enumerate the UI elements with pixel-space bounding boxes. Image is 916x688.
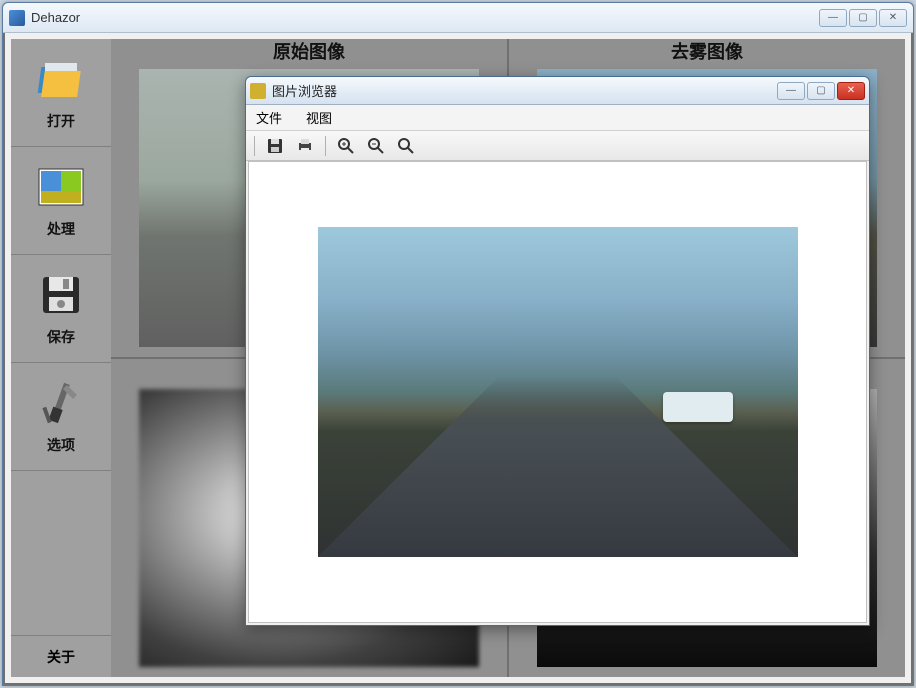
- toolbar-save-button[interactable]: [263, 134, 287, 158]
- options-icon: [37, 379, 85, 427]
- toolbar-sep-1: [325, 136, 326, 156]
- dialog-titlebar[interactable]: 图片浏览器 — ▢ ✕: [246, 77, 869, 105]
- dialog-minimize-button[interactable]: —: [777, 82, 805, 100]
- save-label: 保存: [47, 327, 75, 347]
- menu-file[interactable]: 文件: [252, 106, 286, 129]
- dialog-title: 图片浏览器: [272, 81, 777, 100]
- dialog-viewport[interactable]: [248, 161, 867, 623]
- dialog-window-controls: — ▢ ✕: [777, 82, 865, 100]
- dialog-toolbar: [246, 131, 869, 161]
- toolbar-zoom-fit-button[interactable]: [394, 134, 418, 158]
- options-label: 选项: [47, 435, 75, 455]
- save-icon: [266, 137, 284, 155]
- image-viewer-dialog: 图片浏览器 — ▢ ✕ 文件 视图: [245, 76, 870, 626]
- app-icon: [9, 10, 25, 26]
- zoom-fit-icon: [397, 137, 415, 155]
- sidebar-item-open[interactable]: 打开: [11, 39, 111, 147]
- sidebar-item-process[interactable]: 处理: [11, 147, 111, 255]
- toolbar-print-button[interactable]: [293, 134, 317, 158]
- process-label: 处理: [47, 219, 75, 239]
- sidebar-item-options[interactable]: 选项: [11, 363, 111, 471]
- main-window-controls: — ▢ ✕: [819, 9, 907, 27]
- open-icon: [37, 55, 85, 103]
- open-label: 打开: [47, 111, 75, 131]
- zoom-out-icon: [367, 137, 385, 155]
- dialog-menubar: 文件 视图: [246, 105, 869, 131]
- toolbar-zoom-in-button[interactable]: [334, 134, 358, 158]
- viewer-image[interactable]: [318, 227, 798, 557]
- sidebar-spacer: [11, 471, 111, 635]
- panel-dehazed-title: 去雾图像: [509, 39, 905, 65]
- toolbar-zoom-out-button[interactable]: [364, 134, 388, 158]
- toolbar-sep-0: [254, 136, 255, 156]
- main-minimize-button[interactable]: —: [819, 9, 847, 27]
- dialog-maximize-button[interactable]: ▢: [807, 82, 835, 100]
- panel-original-title: 原始图像: [111, 39, 507, 65]
- dialog-icon: [250, 83, 266, 99]
- zoom-in-icon: [337, 137, 355, 155]
- menu-view[interactable]: 视图: [302, 106, 336, 129]
- print-icon: [296, 137, 314, 155]
- main-titlebar[interactable]: Dehazor — ▢ ✕: [3, 3, 913, 33]
- dialog-close-button[interactable]: ✕: [837, 82, 865, 100]
- main-maximize-button[interactable]: ▢: [849, 9, 877, 27]
- main-close-button[interactable]: ✕: [879, 9, 907, 27]
- app-title: Dehazor: [31, 10, 819, 25]
- process-icon: [37, 163, 85, 211]
- sidebar: 打开 处理 保存 选项: [11, 39, 111, 677]
- sidebar-item-save[interactable]: 保存: [11, 255, 111, 363]
- sidebar-item-about[interactable]: 关于: [11, 635, 111, 677]
- save-icon: [37, 271, 85, 319]
